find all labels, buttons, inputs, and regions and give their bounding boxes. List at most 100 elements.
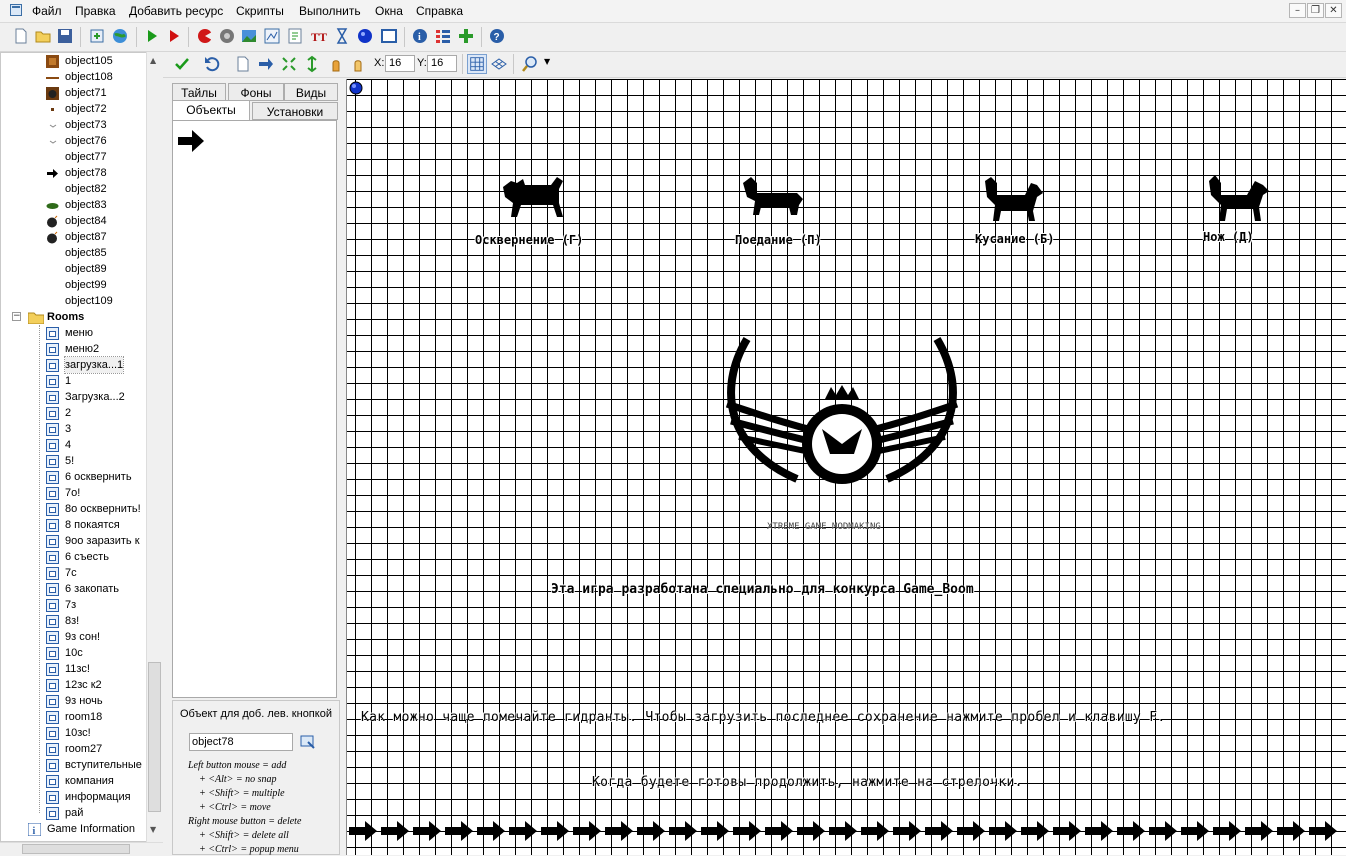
tab-views[interactable]: Виды — [284, 83, 338, 101]
snap-y-input[interactable]: 16 — [427, 55, 457, 72]
menu-scripts[interactable]: Скрипты — [236, 4, 284, 18]
extensions-icon[interactable] — [457, 27, 475, 45]
arrow-instance[interactable] — [1115, 819, 1147, 843]
sort-y-icon[interactable] — [303, 55, 321, 73]
shift-instances-icon[interactable] — [257, 55, 275, 73]
arrow-instance[interactable] — [699, 819, 731, 843]
add-sprite-icon[interactable] — [196, 27, 214, 45]
arrow-instance[interactable] — [347, 819, 379, 843]
tab-objects[interactable]: Объекты — [172, 100, 250, 121]
add-timeline-icon[interactable] — [333, 27, 351, 45]
publish-icon[interactable] — [111, 27, 129, 45]
tree-vertical-scrollbar[interactable]: ▲ ▼ — [146, 52, 163, 842]
zoom-dropdown-icon[interactable]: ▼ — [544, 57, 550, 66]
add-script-icon[interactable] — [286, 27, 304, 45]
studio-logo[interactable] — [717, 329, 967, 504]
dog-sprite-4[interactable] — [1203, 173, 1273, 221]
sort-x-icon[interactable] — [280, 55, 298, 73]
menu-add-resource[interactable]: Добавить ресурс — [129, 4, 223, 18]
undo-icon[interactable] — [203, 55, 221, 73]
arrow-object-thumbnail[interactable] — [175, 125, 207, 157]
arrow-instance[interactable] — [571, 819, 603, 843]
confirm-icon[interactable] — [173, 55, 191, 73]
dog-sprite-1[interactable] — [497, 173, 567, 221]
arrow-instance[interactable] — [379, 819, 411, 843]
arrow-instance[interactable] — [795, 819, 827, 843]
unlock-instances-icon[interactable] — [349, 55, 367, 73]
help-line-6: + <Shift> = delete all — [199, 830, 289, 841]
snap-x-input[interactable]: 16 — [385, 55, 415, 72]
arrow-instance[interactable] — [475, 819, 507, 843]
arrow-instance[interactable] — [603, 819, 635, 843]
global-settings-icon[interactable] — [434, 27, 452, 45]
close-button[interactable]: ✕ — [1325, 3, 1342, 18]
lock-instances-icon[interactable] — [327, 55, 345, 73]
add-room-icon[interactable] — [380, 27, 398, 45]
tree-horizontal-scrollbar[interactable] — [0, 842, 163, 856]
arrow-instance[interactable] — [731, 819, 763, 843]
isometric-grid-icon[interactable] — [490, 55, 508, 73]
arrow-instance[interactable] — [763, 819, 795, 843]
select-object-icon[interactable] — [300, 734, 316, 750]
dog-label-3: Кусание (Б) — [975, 232, 1055, 246]
arrow-instance[interactable] — [955, 819, 987, 843]
add-path-icon[interactable] — [263, 27, 281, 45]
menu-windows[interactable]: Окна — [375, 4, 403, 18]
tree-room-item-label: рай — [65, 807, 84, 819]
arrow-instance[interactable] — [1019, 819, 1051, 843]
add-background-icon[interactable] — [240, 27, 258, 45]
arrow-instance[interactable] — [1307, 819, 1339, 843]
arrow-instance[interactable] — [1051, 819, 1083, 843]
arrow-instance[interactable] — [859, 819, 891, 843]
arrow-instance[interactable] — [891, 819, 923, 843]
tab-settings[interactable]: Установки — [252, 102, 338, 120]
arrow-instance[interactable] — [1179, 819, 1211, 843]
tree-object-object82-label: object82 — [65, 183, 107, 195]
grid-toggle-icon[interactable] — [467, 54, 487, 74]
tab-backgrounds[interactable]: Фоны — [228, 83, 284, 101]
resource-tree[interactable]: object105 object108 object71 object72 object… — [0, 52, 163, 842]
arrow-instance[interactable] — [443, 819, 475, 843]
add-sound-icon[interactable] — [218, 27, 236, 45]
blue-ball-instance[interactable] — [349, 81, 363, 95]
arrow-instance[interactable] — [411, 819, 443, 843]
game-info-icon[interactable]: i — [411, 27, 429, 45]
menu-edit[interactable]: Правка — [75, 4, 116, 18]
clear-room-icon[interactable] — [234, 55, 252, 73]
rooms-collapse-toggle[interactable]: − — [12, 312, 21, 321]
arrow-instance[interactable] — [667, 819, 699, 843]
dog-sprite-3[interactable] — [979, 173, 1049, 221]
arrow-instance[interactable] — [1275, 819, 1307, 843]
tab-tiles[interactable]: Тайлы — [172, 83, 226, 101]
menu-run[interactable]: Выполнить — [299, 4, 361, 18]
menu-help[interactable]: Справка — [416, 4, 463, 18]
selected-object-field[interactable]: object78 — [189, 733, 293, 751]
arrow-instance[interactable] — [1083, 819, 1115, 843]
run-icon[interactable] — [143, 27, 161, 45]
add-object-icon[interactable] — [356, 27, 374, 45]
arrow-instance[interactable] — [923, 819, 955, 843]
zoom-icon[interactable] — [521, 55, 539, 73]
dog-sprite-2[interactable] — [739, 173, 809, 221]
menu-file[interactable]: Файл — [32, 4, 62, 18]
open-icon[interactable] — [34, 27, 52, 45]
new-icon[interactable] — [12, 27, 30, 45]
minimize-button[interactable]: – — [1289, 3, 1306, 18]
add-font-icon[interactable]: TT — [310, 27, 328, 45]
arrow-instance[interactable] — [827, 819, 859, 843]
arrow-instance[interactable] — [1211, 819, 1243, 843]
help-icon[interactable]: ? — [488, 27, 506, 45]
contest-text: Эта игра разработана специально для конк… — [551, 582, 974, 597]
arrow-instance[interactable] — [635, 819, 667, 843]
restore-button[interactable]: ❐ — [1307, 3, 1324, 18]
debug-icon[interactable] — [165, 27, 183, 45]
save-icon[interactable] — [56, 27, 74, 45]
object-instances-list[interactable] — [172, 120, 337, 698]
arrow-instance[interactable] — [539, 819, 571, 843]
export-icon[interactable] — [88, 27, 106, 45]
room-canvas[interactable]: Осквернение (Г) Поедание (П) Кусание (Б)… — [346, 79, 1346, 855]
arrow-instance[interactable] — [1147, 819, 1179, 843]
arrow-instance[interactable] — [507, 819, 539, 843]
arrow-instance[interactable] — [987, 819, 1019, 843]
arrow-instance[interactable] — [1243, 819, 1275, 843]
